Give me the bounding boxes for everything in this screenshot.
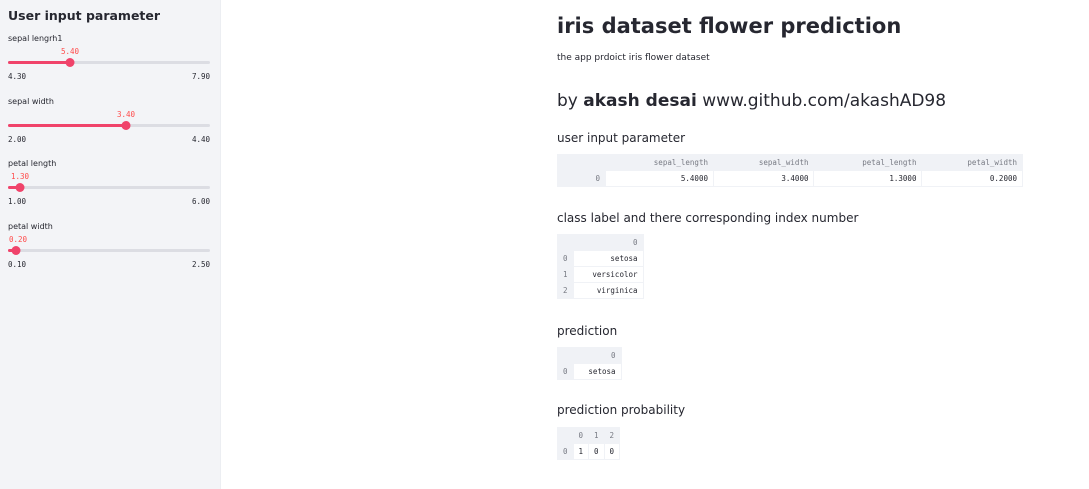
section-header-prediction: prediction <box>557 324 618 338</box>
slider-track[interactable] <box>8 246 210 255</box>
table-header-row: 0 1 2 <box>557 427 621 444</box>
row-index: 2 <box>557 282 574 299</box>
slider-max: 4.40 <box>191 135 210 144</box>
row-index: 0 <box>557 363 574 380</box>
slider-value: 3.40 <box>116 110 136 119</box>
main-content: iris dataset flower prediction the app p… <box>557 0 1077 489</box>
section-header-classes: class label and there corresponding inde… <box>557 211 859 225</box>
table-row: 0 5.4000 3.4000 1.3000 0.2000 <box>557 170 1023 187</box>
author-link: www.github.com/akashAD98 <box>702 91 947 111</box>
prediction-table: 0 0 setosa <box>557 347 622 380</box>
slider-track[interactable] <box>8 121 210 130</box>
slider-min: 1.00 <box>8 197 27 206</box>
slider-thumb[interactable] <box>65 58 75 67</box>
sidebar: User input parameter sepal lengrh1 5.40 … <box>0 0 221 489</box>
table-cell: versicolor <box>572 266 644 283</box>
slider-max: 7.90 <box>191 72 210 81</box>
slider-thumb[interactable] <box>121 121 131 130</box>
input-table: sepal_length sepal_width petal_length pe… <box>557 154 1023 187</box>
section-header-probability: prediction probability <box>557 403 686 417</box>
column-header: petal_width <box>921 154 1023 171</box>
sidebar-title: User input parameter <box>8 8 161 23</box>
table-row: 0 1 0 0 <box>557 443 621 460</box>
table-header-row: sepal_length sepal_width petal_length pe… <box>557 154 1023 171</box>
slider-label: petal length <box>8 159 57 168</box>
table-cell: setosa <box>572 363 622 380</box>
slider-thumb[interactable] <box>15 183 25 192</box>
column-header: sepal_length <box>605 154 714 171</box>
table-cell: 0 <box>603 443 621 460</box>
table-cell: 0 <box>588 443 605 460</box>
table-cell: virginica <box>572 282 644 299</box>
slider-sepal-width[interactable]: sepal width 3.40 2.00 4.40 <box>8 97 210 157</box>
slider-petal-width[interactable]: petal width 0.20 0.10 2.50 <box>8 222 210 282</box>
table-row: 2 virginica <box>557 282 644 299</box>
table-row: 1 versicolor <box>557 266 644 283</box>
slider-thumb[interactable] <box>11 246 21 255</box>
probability-table: 0 1 2 0 1 0 0 <box>557 427 621 460</box>
slider-value: 5.40 <box>60 47 80 56</box>
table-cell: 1 <box>572 443 590 460</box>
class-table: 0 0 setosa 1 versicolor 2 virginica <box>557 234 644 299</box>
table-row: 0 setosa <box>557 363 622 380</box>
page-caption: the app prdoict iris flower dataset <box>557 53 710 63</box>
author-line: by akash desai www.github.com/akashAD98 <box>557 91 946 111</box>
table-row: 0 setosa <box>557 250 644 267</box>
slider-label: petal width <box>8 222 53 231</box>
table-header-row: 0 <box>557 234 644 251</box>
table-cell: setosa <box>572 250 644 267</box>
column-header: sepal_width <box>712 154 815 171</box>
slider-sepal-length[interactable]: sepal lengrh1 5.40 4.30 7.90 <box>8 34 210 94</box>
slider-max: 6.00 <box>191 197 210 206</box>
author-prefix: by <box>557 91 578 111</box>
row-index: 1 <box>557 266 574 283</box>
slider-fill <box>8 124 126 127</box>
column-header: petal_length <box>813 154 923 171</box>
slider-fill <box>8 61 70 64</box>
table-index-header <box>557 347 574 364</box>
section-header-input: user input parameter <box>557 131 686 145</box>
column-header: 2 <box>603 427 621 444</box>
slider-min: 0.10 <box>8 260 27 269</box>
slider-label: sepal lengrh1 <box>8 34 63 43</box>
slider-value: 1.30 <box>10 172 30 181</box>
table-cell: 5.4000 <box>605 170 714 187</box>
page-title: iris dataset flower prediction <box>557 14 902 38</box>
row-index: 0 <box>557 250 574 267</box>
table-index-header <box>557 427 574 444</box>
slider-value: 0.20 <box>8 235 28 244</box>
slider-track[interactable] <box>8 183 210 192</box>
slider-track[interactable] <box>8 58 210 67</box>
row-index: 0 <box>557 443 574 460</box>
author-name: akash desai <box>583 91 697 111</box>
column-header: 1 <box>588 427 605 444</box>
row-index: 0 <box>557 170 606 187</box>
table-cell: 3.4000 <box>712 170 815 187</box>
table-index-header <box>557 234 574 251</box>
table-index-header <box>557 154 606 171</box>
column-header: 0 <box>572 347 622 364</box>
table-cell: 0.2000 <box>921 170 1023 187</box>
slider-petal-length[interactable]: petal length 1.30 1.00 6.00 <box>8 159 210 219</box>
table-cell: 1.3000 <box>813 170 923 187</box>
column-header: 0 <box>572 234 644 251</box>
table-header-row: 0 <box>557 347 622 364</box>
slider-min: 2.00 <box>8 135 27 144</box>
slider-label: sepal width <box>8 97 54 106</box>
column-header: 0 <box>572 427 590 444</box>
slider-max: 2.50 <box>191 260 210 269</box>
slider-min: 4.30 <box>8 72 27 81</box>
